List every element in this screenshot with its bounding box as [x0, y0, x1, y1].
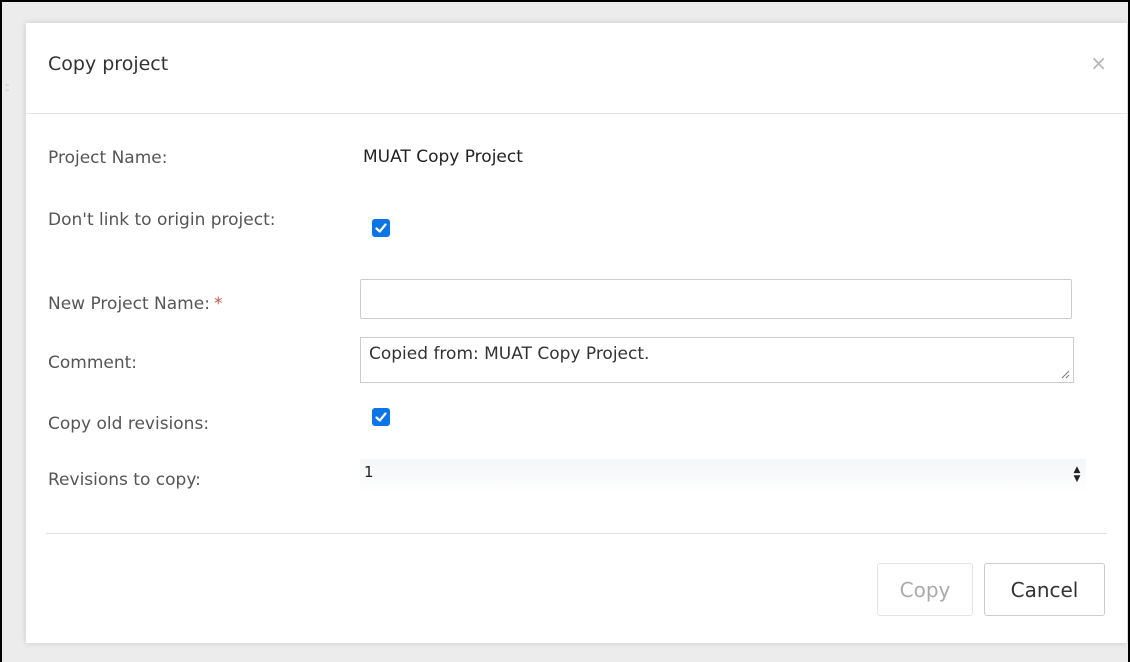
close-icon[interactable]: ×: [1090, 53, 1107, 73]
stepper-arrows-icon[interactable]: ▲ ▼: [1070, 462, 1084, 488]
new-project-name-label: New Project Name: *: [48, 293, 222, 315]
comment-text: Copied from: MUAT Copy Project.: [369, 344, 650, 364]
revisions-to-copy-stepper[interactable]: 1 ▲ ▼: [360, 459, 1086, 493]
dialog-header: Copy project ×: [26, 23, 1127, 114]
dont-link-label: Don't link to origin project:: [48, 210, 276, 230]
required-marker: *: [213, 294, 223, 314]
new-project-name-input[interactable]: [360, 279, 1072, 319]
dont-link-checkbox[interactable]: [372, 219, 390, 237]
dialog-title: Copy project: [48, 53, 169, 75]
comment-label: Comment:: [48, 353, 138, 373]
project-name-label: Project Name:: [48, 148, 168, 168]
resize-handle-icon[interactable]: [1058, 367, 1070, 379]
copy-project-dialog: Copy project × Project Name: MUAT Copy P…: [26, 23, 1127, 643]
checkmark-icon: [375, 223, 387, 233]
comment-textarea[interactable]: Copied from: MUAT Copy Project.: [360, 337, 1074, 383]
copy-old-revisions-checkbox[interactable]: [372, 408, 390, 426]
checkmark-icon: [375, 412, 387, 422]
new-project-name-label-text: New Project Name:: [48, 294, 210, 314]
copy-old-revisions-label: Copy old revisions:: [48, 414, 210, 434]
project-name-value: MUAT Copy Project: [363, 147, 523, 167]
window-frame-top: [0, 0, 1130, 2]
drag-handle-icon: ::: [4, 80, 10, 94]
revisions-to-copy-value: 1: [364, 463, 374, 481]
copy-button[interactable]: Copy: [877, 563, 973, 616]
window-frame-left: [0, 0, 2, 662]
cancel-button[interactable]: Cancel: [984, 563, 1105, 616]
revisions-to-copy-label: Revisions to copy:: [48, 470, 201, 490]
stepper-down-icon[interactable]: ▼: [1074, 475, 1081, 484]
footer-divider: [46, 533, 1107, 534]
